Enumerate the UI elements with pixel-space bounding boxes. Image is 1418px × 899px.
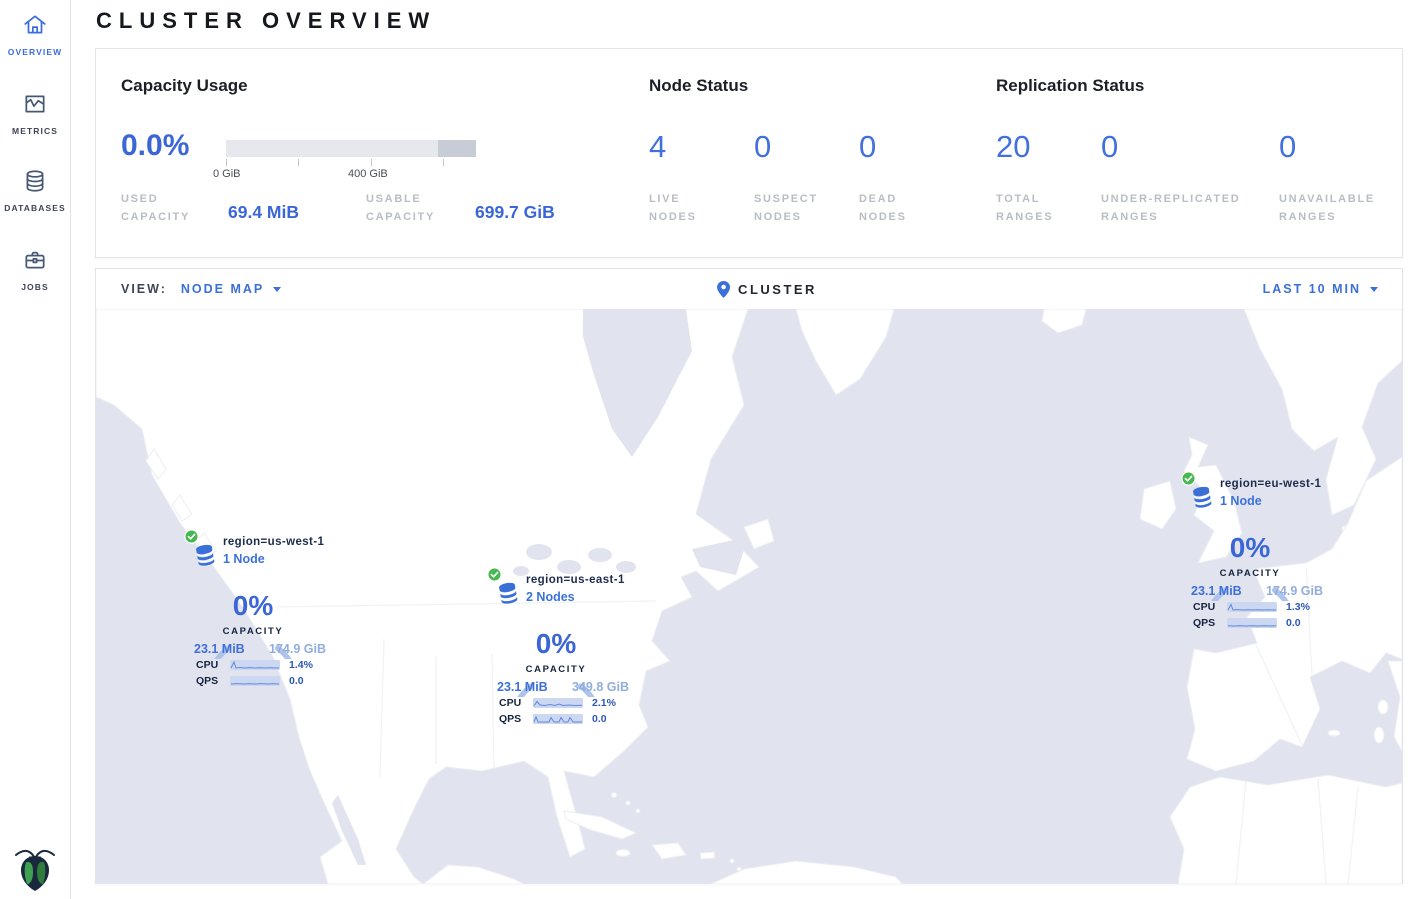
live-nodes-label: LIVE NODES [649, 190, 729, 226]
breadcrumb-cluster: CLUSTER [738, 282, 817, 297]
page-title: CLUSTER OVERVIEW [96, 8, 436, 34]
marker-capacity-percent: 0% [208, 590, 298, 622]
cpu-sparkline [533, 698, 583, 708]
qps-value: 0.0 [592, 713, 607, 725]
replication-status-title: Replication Status [996, 76, 1144, 96]
cpu-value: 1.4% [289, 659, 313, 671]
used-capacity-label: USED CAPACITY [121, 190, 221, 226]
qps-sparkline [533, 714, 583, 724]
node-marker-eu-west-1[interactable]: region=eu-west-1 1 Node 0% CAPACITY 23.1… [1181, 471, 1331, 635]
cpu-value: 2.1% [592, 697, 616, 709]
usable-capacity-value: 699.7 GiB [475, 202, 555, 223]
view-label: VIEW: [121, 282, 167, 296]
cluster-summary-panel: Capacity Usage 0.0% 0 GiB 400 GiB USED C… [95, 48, 1403, 258]
qps-label: QPS [499, 713, 533, 725]
qps-value: 0.0 [1286, 617, 1301, 629]
used-capacity-value: 69.4 MiB [228, 202, 299, 223]
capacity-percent: 0.0% [121, 129, 189, 163]
marker-node-count: 1 Node [223, 552, 265, 566]
unavailable-label: UNAVAILABLE RANGES [1279, 190, 1409, 226]
home-icon [22, 12, 48, 43]
marker-node-count: 1 Node [1220, 494, 1262, 508]
capacity-tick-400: 400 GiB [348, 168, 388, 180]
marker-capacity-label: CAPACITY [208, 626, 298, 637]
marker-node-count: 2 Nodes [526, 590, 575, 604]
cockroachdb-logo[interactable] [12, 843, 58, 893]
cpu-label: CPU [499, 697, 533, 709]
sidebar-item-overview[interactable]: OVERVIEW [0, 12, 70, 57]
qps-value: 0.0 [289, 675, 304, 687]
sidebar-item-label: OVERVIEW [0, 47, 70, 57]
marker-region-label: region=eu-west-1 [1220, 478, 1321, 490]
usable-capacity-label: USABLE CAPACITY [366, 190, 466, 226]
world-map[interactable]: region=us-west-1 1 Node 0% CAPACITY 23.1… [96, 309, 1402, 884]
dead-nodes-label: DEAD NODES [859, 190, 939, 226]
qps-sparkline [230, 676, 280, 686]
sidebar-item-databases[interactable]: DATABASES [0, 168, 70, 213]
marker-region-label: region=us-west-1 [223, 536, 324, 548]
marker-used-capacity: 23.1 MiB [194, 642, 245, 656]
metrics-icon [22, 91, 48, 122]
capacity-bar [226, 140, 476, 157]
cpu-label: CPU [1193, 601, 1227, 613]
marker-used-capacity: 23.1 MiB [1191, 584, 1242, 598]
sidebar-item-label: METRICS [0, 126, 70, 136]
marker-capacity-percent: 0% [511, 628, 601, 660]
capacity-usage-title: Capacity Usage [121, 76, 248, 96]
suspect-nodes-value: 0 [754, 129, 771, 165]
chevron-down-icon [273, 287, 281, 292]
under-replicated-value: 0 [1101, 129, 1118, 165]
sidebar: OVERVIEW METRICS DATABASES JOBS [0, 0, 71, 899]
live-nodes-value: 4 [649, 129, 666, 165]
chevron-down-icon [1370, 287, 1378, 292]
map-toolbar: VIEW: NODE MAP CLUSTER LAST 10 MIN [96, 269, 1402, 309]
node-marker-us-west-1[interactable]: region=us-west-1 1 Node 0% CAPACITY 23.1… [184, 529, 334, 693]
qps-sparkline [1227, 618, 1277, 628]
marker-total-capacity: 349.8 GiB [572, 680, 629, 694]
view-selector-value: NODE MAP [181, 282, 264, 296]
cpu-sparkline [1227, 602, 1277, 612]
cluster-overview-page: OVERVIEW METRICS DATABASES JOBS [0, 0, 1418, 899]
node-status-title: Node Status [649, 76, 748, 96]
unavailable-value: 0 [1279, 129, 1296, 165]
under-replicated-label: UNDER-REPLICATED RANGES [1101, 190, 1266, 226]
map-breadcrumb[interactable]: CLUSTER [717, 269, 817, 309]
time-range-selector[interactable]: LAST 10 MIN [1263, 269, 1378, 309]
dead-nodes-value: 0 [859, 129, 876, 165]
cpu-label: CPU [196, 659, 230, 671]
marker-total-capacity: 174.9 GiB [1266, 584, 1323, 598]
view-selector[interactable]: NODE MAP [181, 282, 281, 296]
qps-label: QPS [1193, 617, 1227, 629]
marker-capacity-label: CAPACITY [511, 664, 601, 675]
node-marker-us-east-1[interactable]: region=us-east-1 2 Nodes 0% CAPACITY 23.… [487, 567, 637, 731]
marker-used-capacity: 23.1 MiB [497, 680, 548, 694]
total-ranges-label: TOTAL RANGES [996, 190, 1076, 226]
sidebar-item-label: DATABASES [0, 203, 70, 213]
capacity-bar-reserved-segment [438, 140, 476, 157]
sidebar-item-label: JOBS [0, 282, 70, 292]
cpu-sparkline [230, 660, 280, 670]
location-pin-icon [717, 281, 730, 298]
marker-region-label: region=us-east-1 [526, 574, 625, 586]
capacity-tick-0: 0 GiB [213, 168, 241, 180]
total-ranges-value: 20 [996, 129, 1030, 165]
briefcase-icon [22, 247, 48, 278]
qps-label: QPS [196, 675, 230, 687]
node-map-panel: VIEW: NODE MAP CLUSTER LAST 10 MIN [95, 268, 1403, 884]
database-icon [22, 168, 48, 199]
marker-total-capacity: 174.9 GiB [269, 642, 326, 656]
sidebar-item-metrics[interactable]: METRICS [0, 91, 70, 136]
suspect-nodes-label: SUSPECT NODES [754, 190, 834, 226]
marker-capacity-percent: 0% [1205, 532, 1295, 564]
time-range-value: LAST 10 MIN [1263, 282, 1361, 296]
cpu-value: 1.3% [1286, 601, 1310, 613]
sidebar-item-jobs[interactable]: JOBS [0, 247, 70, 292]
marker-capacity-label: CAPACITY [1205, 568, 1295, 579]
